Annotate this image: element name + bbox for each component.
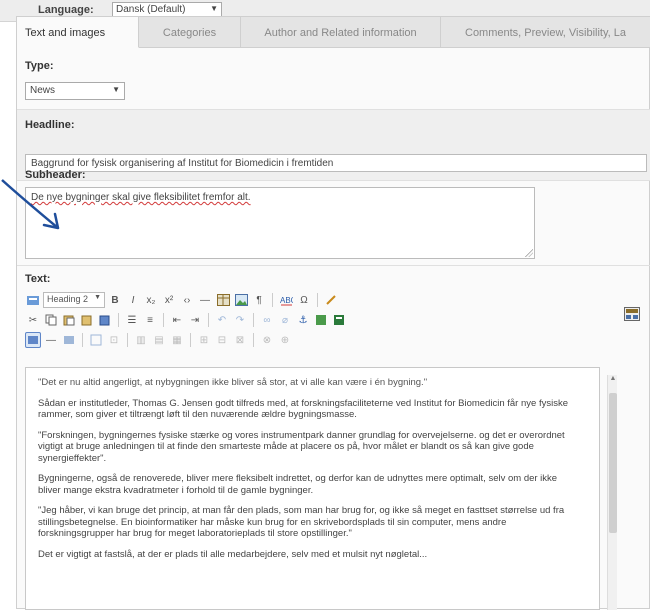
- undo-icon[interactable]: ↶: [214, 312, 230, 328]
- paragraph-icon[interactable]: ¶: [251, 292, 267, 308]
- italic-icon[interactable]: I: [125, 292, 141, 308]
- unordered-list-icon[interactable]: ☰: [124, 312, 140, 328]
- tab-bar: Text and images Categories Author and Re…: [17, 17, 650, 48]
- paste-icon[interactable]: [61, 312, 77, 328]
- cleanup-icon[interactable]: [88, 332, 104, 348]
- media-icon[interactable]: [313, 312, 329, 328]
- tab-author-related[interactable]: Author and Related information: [241, 17, 441, 48]
- headline-input[interactable]: Baggrund for fysisk organisering af Inst…: [25, 154, 647, 172]
- indent-icon[interactable]: ⇥: [187, 312, 203, 328]
- copy-icon[interactable]: [43, 312, 59, 328]
- row-icon[interactable]: ▤: [151, 332, 167, 348]
- annotation-arrow-icon: [1, 179, 60, 230]
- language-label: Language:: [38, 4, 94, 16]
- link-icon[interactable]: ∞: [259, 312, 275, 328]
- text-label: Text:: [25, 273, 51, 285]
- image-browser-icon[interactable]: [624, 307, 640, 321]
- editor-paragraph: "Forskningen, bygningernes fysiske stærk…: [38, 429, 565, 464]
- toolbar-separator: [190, 333, 191, 347]
- chevron-down-icon: ▼: [112, 85, 120, 94]
- resize-handle-icon[interactable]: [525, 249, 533, 257]
- svg-text:ABC: ABC: [280, 296, 293, 305]
- tab-categories[interactable]: Categories: [139, 17, 241, 48]
- chevron-down-icon: ▼: [94, 294, 101, 301]
- template-icon[interactable]: [331, 312, 347, 328]
- subscript-icon[interactable]: x₂: [143, 292, 159, 308]
- column-icon[interactable]: ▥: [133, 332, 149, 348]
- scroll-up-icon[interactable]: ▲: [608, 375, 618, 382]
- image-icon[interactable]: [233, 292, 249, 308]
- type-select[interactable]: News ▼: [25, 82, 125, 100]
- editor-toolbar-row-3: — ⊡ ▥ ▤ ▦ ⊞ ⊟ ⊠ ⊗ ⊕: [25, 330, 293, 350]
- editor-toolbar-row-2: ✂ ☰ ≡ ⇤ ⇥ ↶ ↷ ∞ ⌀ ⚓: [25, 310, 347, 330]
- paste-text-icon[interactable]: [79, 312, 95, 328]
- type-value: News: [30, 85, 56, 96]
- chevron-down-icon: ▼: [210, 4, 218, 13]
- tab-comments-preview[interactable]: Comments, Preview, Visibility, La: [441, 17, 650, 48]
- toolbar-separator: [208, 313, 209, 327]
- editor-paragraph: Sådan er institutleder, Thomas G. Jensen…: [38, 397, 568, 421]
- edit-html-icon[interactable]: [25, 332, 41, 348]
- toolbar-separator: [118, 313, 119, 327]
- toolbar-separator: [272, 293, 273, 307]
- redo-icon[interactable]: ↷: [232, 312, 248, 328]
- row-props-icon[interactable]: ⊠: [232, 332, 248, 348]
- rich-text-editor[interactable]: "Det er nu altid angerligt, at nybygning…: [25, 367, 600, 610]
- table-icon[interactable]: [215, 292, 231, 308]
- pen-icon[interactable]: [323, 292, 339, 308]
- editor-paragraph: Bygningerne, også de renoverede, bliver …: [38, 473, 558, 496]
- unlink-icon[interactable]: ⌀: [277, 312, 293, 328]
- cell-props-icon[interactable]: ⊟: [214, 332, 230, 348]
- table-props-icon[interactable]: ⊕: [277, 332, 293, 348]
- split-icon[interactable]: ⊞: [196, 332, 212, 348]
- align-icon[interactable]: [61, 332, 77, 348]
- format-select[interactable]: Heading 2 ▼: [43, 292, 105, 308]
- editor-toolbar-row-1: Heading 2 ▼ B I x₂ x² ‹› — ¶ ABC Ω: [25, 290, 339, 310]
- editor-paragraph: "Jeg håber, vi kan bruge det princip, at…: [38, 505, 565, 539]
- format-value: Heading 2: [47, 294, 89, 304]
- code-icon[interactable]: ‹›: [179, 292, 195, 308]
- toolbar-separator: [163, 313, 164, 327]
- editor-scrollbar[interactable]: ▲: [607, 375, 617, 610]
- spellcheck-icon[interactable]: ABC: [278, 292, 294, 308]
- superscript-icon[interactable]: x²: [161, 292, 177, 308]
- toolbar-separator: [317, 293, 318, 307]
- style-icon[interactable]: [25, 292, 41, 308]
- language-value: Dansk (Default): [116, 4, 186, 15]
- subheader-textarea[interactable]: De nye bygninger skal give fleksibilitet…: [25, 187, 535, 259]
- divider: [17, 265, 650, 266]
- editor-paragraph: "Det er nu altid angerligt, at nybygning…: [38, 377, 428, 388]
- ordered-list-icon[interactable]: ≡: [142, 312, 158, 328]
- edit-form: Text and images Categories Author and Re…: [16, 16, 650, 610]
- toolbar-separator: [127, 333, 128, 347]
- merge-icon[interactable]: ▦: [169, 332, 185, 348]
- tab-text-and-images[interactable]: Text and images: [17, 17, 139, 48]
- type-label: Type:: [25, 60, 54, 72]
- scroll-thumb[interactable]: [609, 393, 617, 533]
- horizontal-rule-icon[interactable]: —: [197, 292, 213, 308]
- fullscreen-icon[interactable]: ⊡: [106, 332, 122, 348]
- cut-icon[interactable]: ✂: [25, 312, 41, 328]
- toolbar-separator: [253, 333, 254, 347]
- bold-icon[interactable]: B: [107, 292, 123, 308]
- divider: [17, 180, 650, 181]
- editor-paragraph: Det er vigtigt at fastslå, at der er pla…: [38, 548, 428, 560]
- toolbar-separator: [82, 333, 83, 347]
- paste-word-icon[interactable]: [97, 312, 113, 328]
- delete-table-icon[interactable]: ⊗: [259, 332, 275, 348]
- anchor-icon[interactable]: ⚓: [295, 312, 311, 328]
- toolbar-separator: [253, 313, 254, 327]
- outdent-icon[interactable]: ⇤: [169, 312, 185, 328]
- headline-label: Headline:: [25, 119, 75, 131]
- special-char-icon[interactable]: Ω: [296, 292, 312, 308]
- insert-line-icon[interactable]: —: [43, 332, 59, 348]
